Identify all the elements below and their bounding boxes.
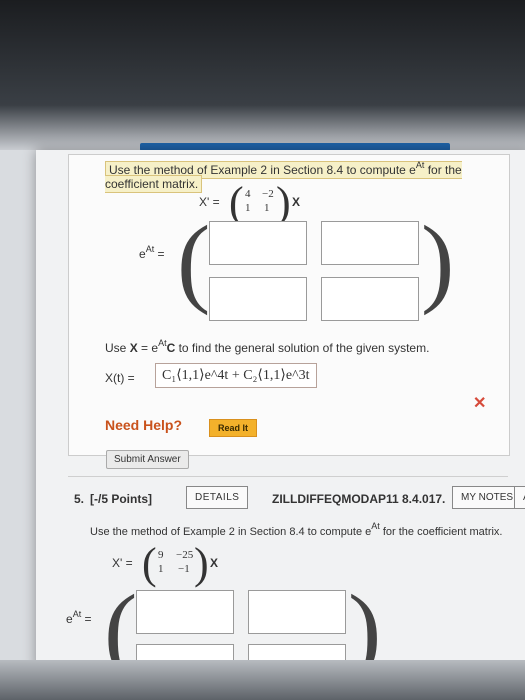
q5-eAt-input-11[interactable] [136,590,234,634]
q4-incorrect-icon: ✕ [473,395,487,412]
background-bottom [0,660,525,700]
q5-details-button[interactable]: DETAILS [186,486,249,509]
q5-right-paren: ) [194,539,209,588]
q4-submit-answer-button[interactable]: Submit Answer [106,450,189,469]
q5-points: [-/5 Points] [90,492,152,506]
q4-eAt-input-12[interactable] [321,221,419,265]
q4-read-it-button[interactable]: Read It [209,419,258,437]
q4-left-paren: ( [229,178,244,227]
q4-eAt-left-paren: ( [177,205,211,316]
q5-instruction: Use the method of Example 2 in Section 8… [90,521,503,538]
q5-x-after: X [210,556,219,570]
q4-need-help: Need Help? [105,417,183,433]
q5-eAt-input-12[interactable] [248,590,346,634]
question-4-panel: Use the method of Example 2 in Section 8… [68,154,510,456]
q4-x-after: X [292,195,301,209]
q4-matrix-a22: 1 [264,202,270,214]
q5-matrix-a22: −1 [178,563,190,575]
q5-eAt-label: eAt = [66,609,92,626]
q5-matrix-a21: 1 [158,563,164,575]
q4-instruction: Use the method of Example 2 in Section 8… [105,160,462,193]
background-top [0,0,525,150]
q4-eAt-input-21[interactable] [209,277,307,321]
q4-eAt-right-paren: ) [421,205,455,316]
q4-general-solution-instruction: Use X = eAtC to find the general solutio… [105,338,430,355]
assignment-page: Use the method of Example 2 in Section 8… [36,150,525,680]
q4-matrix-a21: 1 [245,202,251,214]
q4-matrix-a12: −2 [262,188,274,200]
q4-eAt-input-22[interactable] [321,277,419,321]
q4-eAt-input-11[interactable] [209,221,307,265]
q5-number: 5. [74,492,85,506]
q5-my-notes-button[interactable]: MY NOTES [452,486,523,509]
section-divider [68,476,508,477]
q4-xt-label: X(t) = [105,371,135,385]
q4-eAt-label: eAt = [139,244,165,261]
q4-answer-input[interactable]: C₁⟨1,1⟩e^4t + C₂⟨1,1⟩e^3t [155,363,317,388]
q5-matrix-a12: −25 [176,549,194,561]
q4-right-paren: ) [276,178,291,227]
q5-xprime-label: X' = [112,556,133,570]
q5-matrix-a11: 9 [158,549,164,561]
q4-matrix-a11: 4 [245,188,251,200]
q5-problem-code: ZILLDIFFEQMODAP11 8.4.017. [272,492,446,506]
q5-ask-button[interactable]: AS [514,486,525,509]
q5-left-paren: ( [142,539,157,588]
